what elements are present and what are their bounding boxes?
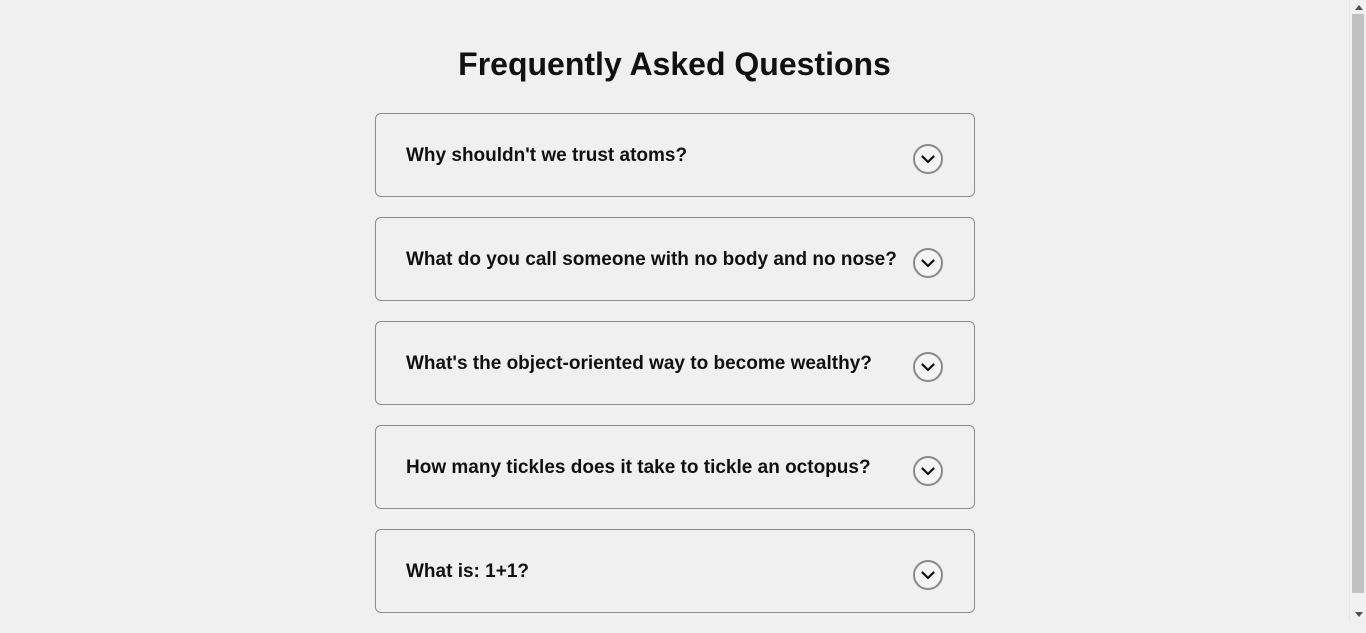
faq-toggle-button[interactable] [913, 248, 943, 278]
scroll-up-arrow-icon[interactable] [1350, 0, 1366, 14]
faq-question: What do you call someone with no body an… [406, 249, 897, 270]
faq-item[interactable]: Why shouldn't we trust atoms? [375, 113, 975, 197]
faq-question: How many tickles does it take to tickle … [406, 457, 871, 478]
faq-page: Frequently Asked Questions Why shouldn't… [0, 0, 1349, 621]
faq-item[interactable]: What is: 1+1? [375, 529, 975, 613]
faq-question: Why shouldn't we trust atoms? [406, 145, 688, 166]
page-title: Frequently Asked Questions [458, 46, 891, 82]
faq-item[interactable]: How many tickles does it take to tickle … [375, 425, 975, 509]
faq-question: What is: 1+1? [406, 561, 529, 582]
faq-item[interactable]: What do you call someone with no body an… [375, 217, 975, 301]
chevron-down-icon [921, 466, 935, 475]
chevron-down-icon [921, 258, 935, 267]
faq-toggle-button[interactable] [913, 560, 943, 590]
chevron-down-icon [921, 154, 935, 163]
vertical-scrollbar[interactable] [1349, 0, 1366, 621]
faq-toggle-button[interactable] [913, 144, 943, 174]
chevron-down-icon [921, 570, 935, 579]
faq-toggle-button[interactable] [913, 352, 943, 382]
faq-question: What's the object-oriented way to become… [406, 353, 872, 374]
scrollbar-thumb[interactable] [1352, 14, 1364, 593]
chevron-down-icon [921, 362, 935, 371]
faq-item[interactable]: What's the object-oriented way to become… [375, 321, 975, 405]
faq-toggle-button[interactable] [913, 456, 943, 486]
scroll-down-arrow-icon[interactable] [1350, 607, 1366, 621]
faq-list: Why shouldn't we trust atoms? What do yo… [375, 113, 975, 633]
